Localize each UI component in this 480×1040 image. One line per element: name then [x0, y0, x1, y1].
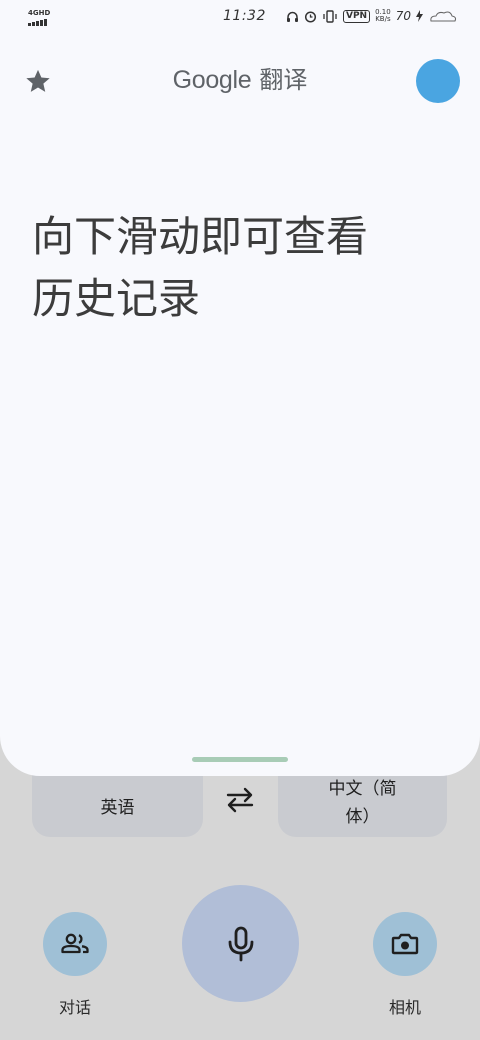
battery-level: 70 [395, 9, 411, 23]
hint-line-2: 历史记录 [32, 274, 201, 323]
translation-card[interactable]: Google 翻译 向下滑动即可查看 历史记录 [0, 0, 480, 776]
source-language-label: 英语 [100, 798, 135, 818]
target-language-label: 中文（简体） [328, 778, 397, 827]
signal-bars-icon [28, 19, 47, 26]
headphones-icon [287, 11, 298, 22]
network-type: 4GHD [28, 9, 51, 17]
avatar[interactable] [416, 59, 460, 103]
signal-indicator: 4GHD [28, 9, 52, 27]
history-hint[interactable]: 向下滑动即可查看 历史记录 [32, 206, 432, 330]
microphone-icon [228, 926, 253, 961]
vpn-badge: VPN [343, 9, 371, 23]
speed-unit: KB/s [375, 15, 391, 23]
microphone-button[interactable] [182, 885, 299, 1002]
swap-arrows-icon[interactable] [222, 786, 258, 814]
camera-icon [391, 933, 419, 955]
clock: 11:32 [223, 8, 266, 24]
status-bar: 4GHD 11:32 VPN 0.10 KB/s 70 [0, 0, 480, 36]
camera-button[interactable] [373, 912, 437, 976]
app-logo: Google 翻译 [0, 60, 480, 95]
camera-label: 相机 [389, 998, 422, 1017]
vibrate-icon [323, 9, 337, 23]
status-icons: VPN 0.10 KB/s 70 [286, 9, 458, 23]
cloud-icon [430, 11, 457, 22]
alarm-icon [304, 10, 317, 23]
logo-suffix: 翻译 [259, 66, 308, 94]
logo-word: Google [172, 66, 252, 94]
conversation-label: 对话 [59, 998, 92, 1017]
network-speed: 0.10 KB/s [375, 9, 391, 23]
people-icon [61, 933, 89, 954]
hint-line-1: 向下滑动即可查看 [32, 212, 369, 261]
charging-icon [415, 10, 423, 22]
conversation-button[interactable] [43, 912, 107, 976]
drag-handle[interactable] [192, 757, 288, 762]
